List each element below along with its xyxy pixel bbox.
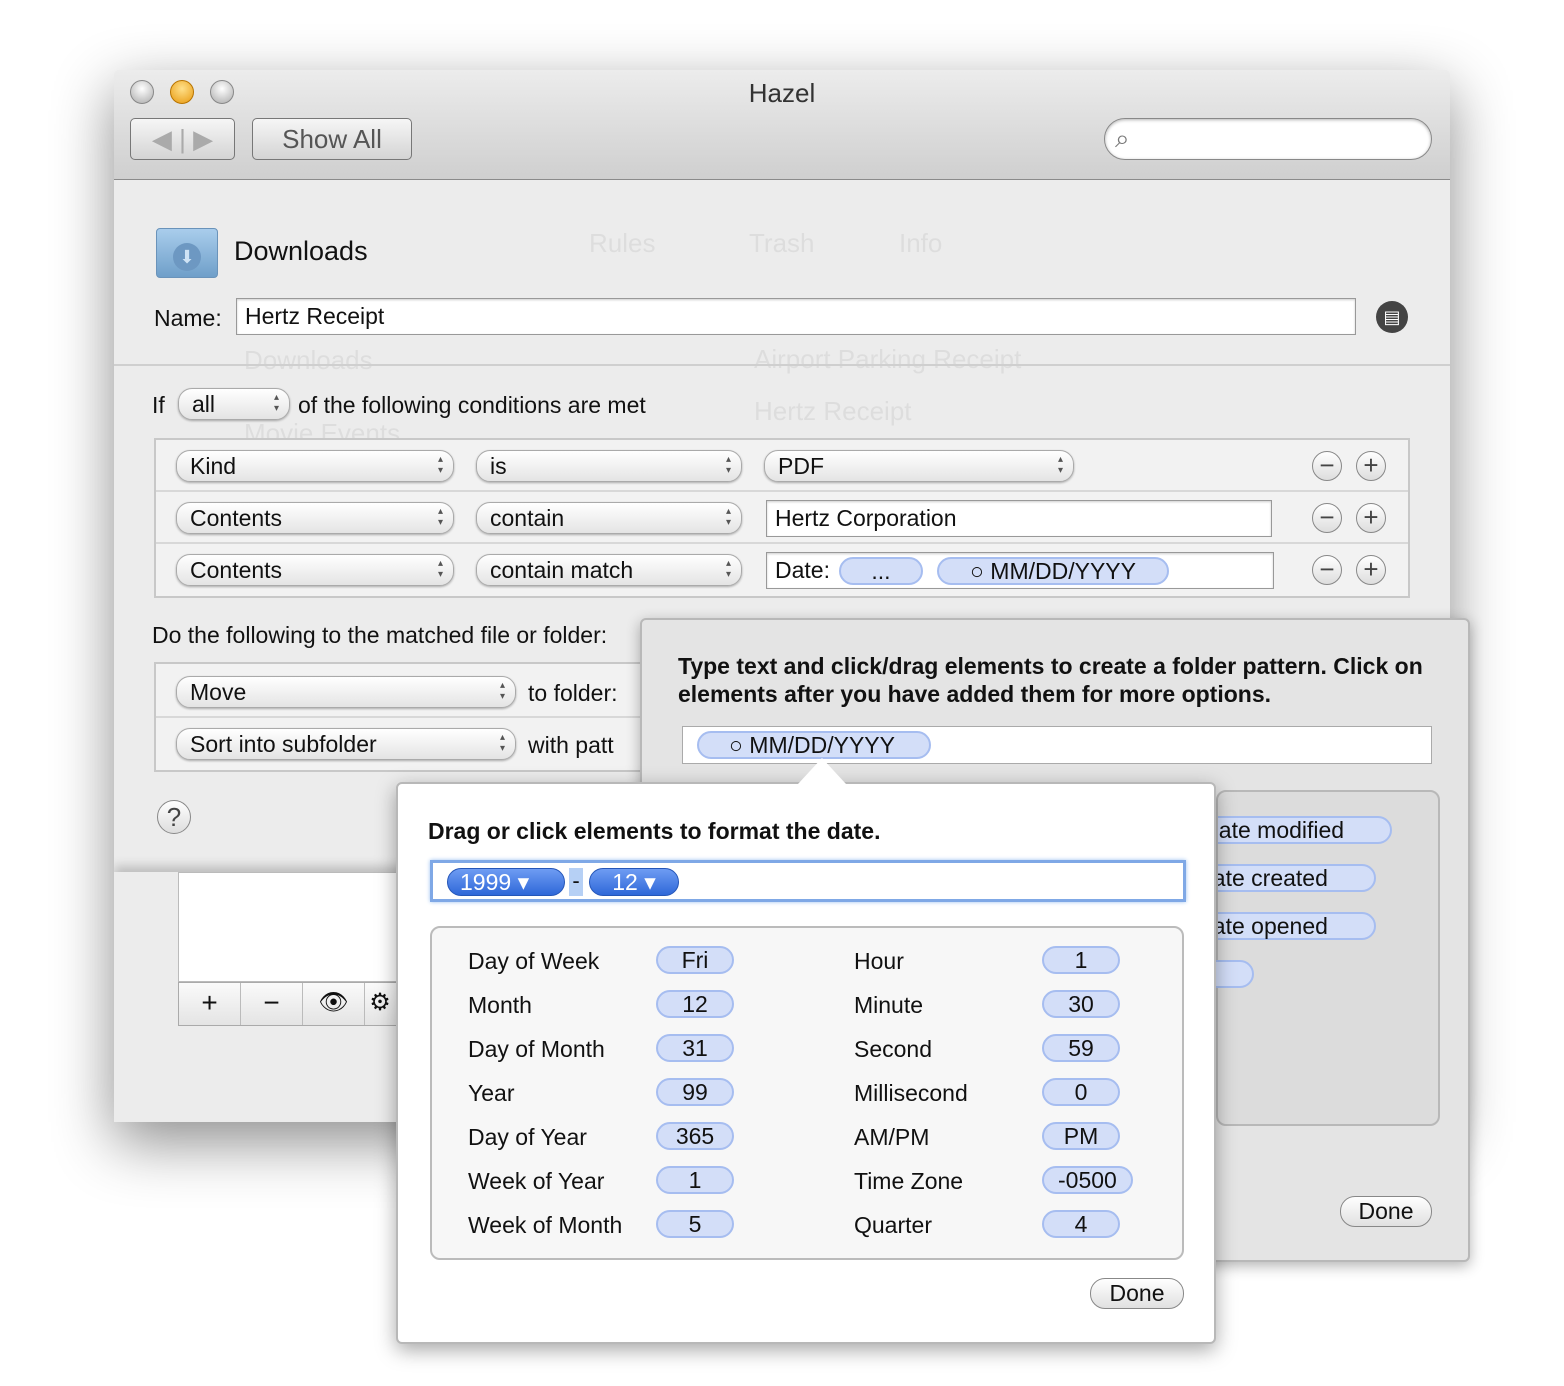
date-element-token[interactable]: 1 xyxy=(1042,946,1120,974)
condition-operator-popup[interactable]: contain match xyxy=(476,554,742,586)
date-element-label: Day of Week xyxy=(468,948,600,974)
date-element-label: Minute xyxy=(854,992,924,1018)
date-element-label: Second xyxy=(854,1036,933,1062)
date-element-label: Month xyxy=(468,992,532,1018)
search-input[interactable]: ⌕ xyxy=(1104,118,1432,160)
separator-text[interactable]: - xyxy=(569,868,583,896)
date-element-token[interactable]: Fri xyxy=(656,946,734,974)
date-element-label: Time Zone xyxy=(854,1168,964,1194)
date-element-label: Hour xyxy=(854,948,904,974)
help-button[interactable]: ? xyxy=(157,800,191,834)
date-element-token[interactable]: 30 xyxy=(1042,990,1120,1018)
date-element-label: Millisecond xyxy=(854,1080,968,1106)
date-element-label: Year xyxy=(468,1080,515,1106)
ghost-folder: Downloads xyxy=(244,345,373,375)
ellipsis-token[interactable]: ... xyxy=(839,557,923,585)
divider xyxy=(114,364,1450,366)
remove-condition-button[interactable]: − xyxy=(1312,503,1342,533)
date-element-label: Day of Month xyxy=(468,1036,605,1062)
date-element-label: Week of Year xyxy=(468,1168,605,1194)
add-folder-button[interactable]: + xyxy=(179,983,241,1025)
date-element-label: Day of Year xyxy=(468,1124,587,1150)
popover-arrow xyxy=(798,758,846,784)
date-element-token[interactable]: 12 xyxy=(656,990,734,1018)
name-label: Name: xyxy=(154,305,222,331)
condition-operator-popup[interactable]: contain xyxy=(476,502,742,534)
notes-icon[interactable]: ▤ xyxy=(1376,301,1408,333)
remove-folder-button[interactable]: − xyxy=(241,983,303,1025)
date-element-label: Quarter xyxy=(854,1212,932,1238)
remove-condition-button[interactable]: − xyxy=(1312,451,1342,481)
condition-pattern-field[interactable]: Date:... ○ MM/DD/YYYY xyxy=(766,552,1274,589)
rule-name-input[interactable]: Hertz Receipt xyxy=(236,298,1356,335)
date-element-token[interactable]: 31 xyxy=(656,1034,734,1062)
element-date-opened[interactable]: date opened xyxy=(1218,912,1376,940)
date-format-field[interactable]: 1999 ▾ - 12 ▾ xyxy=(430,860,1186,902)
ghost-rule: Hertz Receipt xyxy=(754,396,912,426)
add-condition-button[interactable]: + xyxy=(1356,451,1386,481)
eye-icon[interactable]: 👁 xyxy=(303,983,365,1025)
date-pattern-token[interactable]: ○ MM/DD/YYYY xyxy=(937,557,1169,585)
back-arrow-icon[interactable]: ◀ xyxy=(152,124,172,154)
element-date-created[interactable]: date created xyxy=(1218,864,1376,892)
forward-arrow-icon[interactable]: ▶ xyxy=(193,124,213,154)
condition-operator-popup[interactable]: is xyxy=(476,450,742,482)
ghost-tab-trash: Trash xyxy=(749,228,815,258)
date-format-popover: Drag or click elements to format the dat… xyxy=(396,758,1216,1344)
downloads-folder-icon: ⬇ xyxy=(156,228,218,278)
if-label: If xyxy=(152,392,165,418)
date-element-token[interactable]: 1 xyxy=(656,1166,734,1194)
pattern-done-button[interactable]: Done xyxy=(1340,1196,1432,1227)
date-element-token[interactable]: -0500 xyxy=(1042,1166,1133,1194)
action-popup-move[interactable]: Move xyxy=(176,676,516,708)
show-all-button[interactable]: Show All xyxy=(252,118,412,160)
ghost-tab-rules: Rules xyxy=(589,228,656,258)
date-element-token[interactable]: 5 xyxy=(656,1210,734,1238)
pattern-field[interactable]: ○ MM/DD/YYYY xyxy=(682,726,1432,764)
year-token[interactable]: 1999 ▾ xyxy=(447,868,565,896)
month-token[interactable]: 12 ▾ xyxy=(589,868,679,896)
chevron-down-icon: ▾ xyxy=(644,869,656,895)
date-element-token[interactable]: PM xyxy=(1042,1122,1120,1150)
action-suffix: to folder: xyxy=(528,680,618,706)
condition-attribute-popup[interactable]: Contents xyxy=(176,554,454,586)
window-title: Hazel xyxy=(748,78,816,108)
back-forward-control[interactable]: ◀ | ▶ xyxy=(130,118,235,160)
ghost-rule: Airport Parking Receipt xyxy=(754,344,1022,374)
date-element-token[interactable]: 59 xyxy=(1042,1034,1120,1062)
date-element-token[interactable]: 99 xyxy=(656,1078,734,1106)
pattern-instructions: Type text and click/drag elements to cre… xyxy=(678,653,1423,707)
date-element-token[interactable]: 365 xyxy=(656,1122,734,1150)
remove-condition-button[interactable]: − xyxy=(1312,555,1342,585)
pattern-date-token[interactable]: ○ MM/DD/YYYY xyxy=(697,731,931,759)
conditions-label: of the following conditions are met xyxy=(298,392,646,418)
toolbar: Hazel ◀ | ▶ Show All ⌕ xyxy=(114,70,1450,180)
search-icon: ⌕ xyxy=(1115,123,1130,153)
date-element-label: Week of Month xyxy=(468,1212,623,1238)
chevron-down-icon: ▾ xyxy=(517,869,530,895)
match-all-popup[interactable]: all xyxy=(178,388,290,420)
date-element-token[interactable]: 4 xyxy=(1042,1210,1120,1238)
gear-icon[interactable]: ⚙ xyxy=(365,983,395,1025)
add-condition-button[interactable]: + xyxy=(1356,503,1386,533)
date-done-button[interactable]: Done xyxy=(1090,1278,1184,1309)
actions-label: Do the following to the matched file or … xyxy=(152,622,608,648)
date-popover-title: Drag or click elements to format the dat… xyxy=(428,818,881,844)
folder-list[interactable] xyxy=(178,872,398,982)
folder-name: Downloads xyxy=(234,236,368,266)
condition-attribute-popup[interactable]: Contents xyxy=(176,502,454,534)
ghost-tab-info: Info xyxy=(899,228,943,258)
condition-value-popup[interactable]: PDF xyxy=(764,450,1074,482)
add-condition-button[interactable]: + xyxy=(1356,555,1386,585)
date-element-label: AM/PM xyxy=(854,1124,930,1150)
condition-value-input[interactable]: Hertz Corporation xyxy=(766,500,1272,537)
condition-attribute-popup[interactable]: Kind xyxy=(176,450,454,482)
date-element-token[interactable]: 0 xyxy=(1042,1078,1120,1106)
element-date-modified[interactable]: date modified xyxy=(1218,816,1392,844)
action-popup-sort[interactable]: Sort into subfolder xyxy=(176,728,516,760)
action-suffix: with patt xyxy=(528,732,614,758)
